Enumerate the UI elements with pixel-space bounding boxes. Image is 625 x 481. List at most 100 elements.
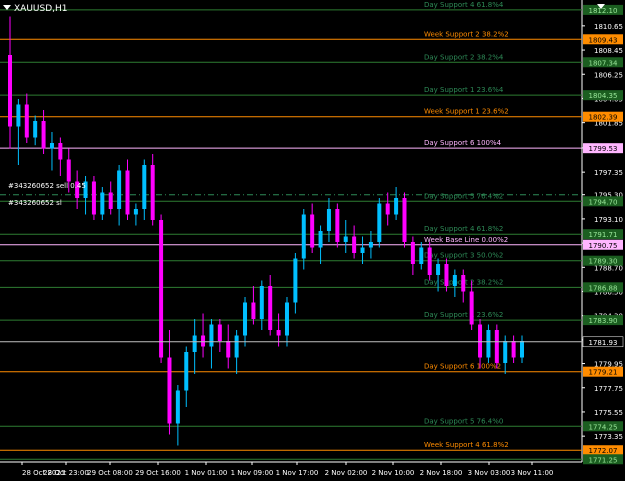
level-price-tag-text: 1790.75: [589, 242, 618, 250]
level-price-tag-text: 1789.30: [589, 258, 618, 266]
symbol-title: XAUUSD,H1: [14, 4, 68, 14]
bull-candle: [343, 236, 348, 242]
level-label: Day Support 3 50.0%2: [424, 252, 503, 260]
level-label: Week Support 4 61.8%2: [424, 441, 509, 449]
bear-candle: [167, 357, 172, 424]
x-tick-label: 1 Nov 01:00: [185, 469, 228, 477]
bear-candle: [8, 55, 12, 127]
level-price-tag-text: 1771.25: [589, 456, 618, 464]
x-tick-label: 3 Nov 11:00: [511, 469, 554, 477]
bull-candle: [49, 143, 54, 149]
order-sell-label[interactable]: #343260652 sell 0.45: [8, 182, 86, 190]
bear-candle: [91, 181, 96, 215]
level-label: Day Support 6 100%2: [424, 363, 501, 371]
bear-candle: [217, 324, 222, 341]
y-tick-label: 1793.10: [594, 216, 623, 224]
level-price-tag-text: 1779.21: [589, 369, 618, 377]
bear-candle: [310, 214, 315, 248]
level-label: Day Support 6 100%4: [424, 139, 502, 147]
level-label: Week Support 2 38.2%2: [424, 30, 509, 38]
x-tick-label: 29 Oct 16:00: [135, 469, 181, 477]
bull-candle: [33, 121, 38, 138]
bear-candle: [66, 159, 71, 182]
bull-candle: [117, 170, 122, 209]
order-sl-label[interactable]: #343260652 sl: [8, 199, 62, 207]
bull-candle: [452, 275, 457, 286]
bear-candle: [469, 291, 474, 325]
price-chart[interactable]: 1810.651808.451806.251804.051801.851799.…: [0, 0, 625, 481]
x-tick-label: 2 Nov 10:00: [372, 469, 415, 477]
bear-candle: [150, 165, 155, 220]
bear-candle: [461, 275, 466, 292]
bear-candle: [352, 236, 357, 253]
level-price-tag-text: 1804.35: [589, 92, 618, 100]
bear-candle: [511, 341, 516, 358]
level-label: Day Support 1 23.6%2: [424, 311, 503, 319]
bull-candle: [192, 335, 197, 352]
level-price-tag-text: 1809.43: [589, 36, 618, 44]
bull-candle: [284, 302, 289, 336]
bear-candle: [24, 104, 29, 138]
bull-candle: [234, 335, 239, 358]
bull-candle: [326, 209, 331, 231]
level-label: Week Support 1 23.6%2: [424, 108, 509, 116]
bull-candle: [16, 104, 21, 127]
chart-window[interactable]: 1810.651808.451806.251804.051801.851799.…: [0, 0, 625, 481]
y-tick-label: 1808.45: [594, 47, 623, 55]
x-tick-label: 2 Nov 02:00: [325, 469, 368, 477]
x-tick-label: 3 Nov 03:00: [468, 469, 511, 477]
level-label: Day Support 2 38.2%4: [424, 53, 504, 61]
bear-candle: [58, 143, 63, 160]
bull-candle: [293, 258, 298, 303]
bull-candle: [184, 352, 189, 391]
y-tick-label: 1806.25: [594, 71, 623, 79]
x-tick-label: 2 Nov 18:00: [420, 469, 463, 477]
bear-candle: [201, 335, 206, 347]
bear-candle: [159, 220, 164, 358]
bull-candle: [520, 341, 524, 358]
level-label: Day Support 5 76.4%0: [424, 417, 503, 425]
y-tick-label: 1797.35: [594, 169, 623, 177]
level-price-tag-text: 1783.90: [589, 317, 618, 325]
level-price-tag-text: 1791.71: [589, 231, 618, 239]
bear-candle: [226, 341, 231, 358]
bear-candle: [276, 330, 281, 336]
x-tick-label: 28 Oct 23:00: [43, 469, 89, 477]
level-price-tag-text: 1802.39: [589, 114, 618, 122]
bull-candle: [133, 209, 138, 215]
bear-candle: [385, 203, 390, 215]
bear-candle: [402, 198, 407, 242]
bull-candle: [209, 324, 214, 347]
bull-candle: [377, 203, 382, 242]
bull-candle: [394, 198, 399, 215]
bull-candle: [436, 264, 441, 275]
bull-candle: [503, 341, 508, 363]
bear-candle: [494, 330, 499, 363]
bull-candle: [259, 286, 264, 319]
bear-candle: [478, 324, 483, 358]
chevron-down-icon[interactable]: [597, 4, 605, 9]
x-tick-label: 1 Nov 09:00: [231, 469, 274, 477]
y-tick-label: 1810.65: [594, 23, 623, 31]
bear-candle: [251, 302, 256, 319]
level-price-tag-text: 1772.07: [589, 447, 618, 455]
x-tick-label: 29 Oct 08:00: [87, 469, 133, 477]
level-price-tag-text: 1807.34: [589, 59, 618, 67]
current-price-tag-text: 1781.93: [589, 339, 618, 347]
chevron-down-icon[interactable]: [3, 5, 11, 10]
level-label: Day Support 4 61.8%4: [424, 1, 504, 9]
bull-candle: [243, 302, 248, 336]
bear-candle: [108, 192, 113, 209]
bear-candle: [268, 286, 273, 330]
bull-candle: [142, 165, 147, 209]
bear-candle: [335, 209, 340, 242]
bear-candle: [410, 242, 415, 264]
level-price-tag-text: 1794.70: [589, 198, 618, 206]
y-tick-label: 1777.75: [594, 385, 623, 393]
bull-candle: [486, 330, 491, 358]
bull-candle: [318, 231, 323, 248]
bull-candle: [419, 247, 424, 264]
bear-candle: [41, 121, 46, 149]
bull-candle: [100, 192, 105, 215]
level-price-tag-text: 1786.88: [589, 284, 618, 292]
